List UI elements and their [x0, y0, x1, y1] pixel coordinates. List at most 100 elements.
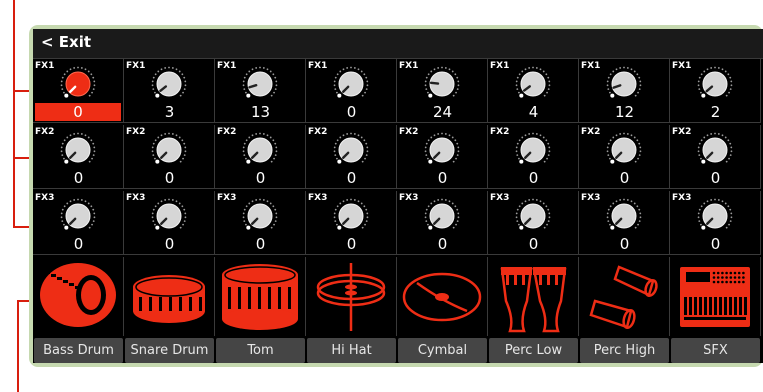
callout-line-vertical-top: [13, 0, 15, 228]
fx-send-cell[interactable]: FX1 4: [488, 59, 579, 123]
fx-row-label: FX3: [399, 193, 419, 203]
fx-row-label: FX3: [35, 193, 55, 203]
fx-send-cell[interactable]: FX3 0: [33, 191, 124, 255]
fx-send-cell[interactable]: FX3 0: [579, 191, 670, 255]
fx-row-label: FX1: [35, 61, 55, 71]
snare-drum-icon[interactable]: [124, 257, 215, 336]
fx-send-knob[interactable]: [332, 196, 370, 234]
fx-send-knob[interactable]: [696, 64, 734, 102]
fx-send-cell[interactable]: FX3 0: [397, 191, 488, 255]
fx-send-cell[interactable]: FX2 0: [33, 125, 124, 189]
tom-icon[interactable]: [215, 257, 306, 336]
fx-send-knob[interactable]: [423, 64, 461, 102]
perc-low-icon[interactable]: [488, 257, 579, 336]
fx-row-label: FX2: [217, 127, 237, 137]
fx-send-cell[interactable]: FX1 24: [397, 59, 488, 123]
cymbal-icon[interactable]: [397, 257, 488, 336]
fx-send-value: 0: [35, 103, 121, 121]
fx-send-knob[interactable]: [514, 64, 552, 102]
fx-send-knob[interactable]: [696, 130, 734, 168]
fx-send-value: 0: [164, 235, 175, 253]
fx-row-label: FX1: [581, 61, 601, 71]
fx-send-value: 24: [432, 103, 453, 121]
fx-row-label: FX1: [672, 61, 692, 71]
fx-send-cell[interactable]: FX1 0: [306, 59, 397, 123]
perc-high-icon[interactable]: [579, 257, 670, 336]
fx-send-cell[interactable]: FX2 0: [579, 125, 670, 189]
bass-drum-icon[interactable]: [33, 257, 124, 336]
fx-send-value: 0: [255, 169, 266, 187]
fx-send-cell[interactable]: FX3 0: [670, 191, 761, 255]
fx-send-cell[interactable]: FX2 0: [670, 125, 761, 189]
fx-send-knob[interactable]: [150, 130, 188, 168]
fx-row-label: FX2: [490, 127, 510, 137]
fx-send-cell[interactable]: FX1 13: [215, 59, 306, 123]
hi-hat-icon[interactable]: [306, 257, 397, 336]
fx-send-knob[interactable]: [150, 64, 188, 102]
fx-send-value: 12: [614, 103, 635, 121]
fx-send-cell[interactable]: FX2 0: [397, 125, 488, 189]
drum-family-tab[interactable]: Perc High: [580, 338, 669, 363]
fx-send-knob[interactable]: [423, 196, 461, 234]
fx-send-cell[interactable]: FX1 12: [579, 59, 670, 123]
fx-send-value: 2: [710, 103, 721, 121]
drum-family-tab[interactable]: Tom: [216, 338, 305, 363]
fx-row-label: FX3: [308, 193, 328, 203]
fx-row-label: FX3: [581, 193, 601, 203]
fx-row-label: FX2: [672, 127, 692, 137]
fx-send-knob[interactable]: [332, 130, 370, 168]
fx-send-knob[interactable]: [514, 130, 552, 168]
drum-family-tab[interactable]: Cymbal: [398, 338, 487, 363]
fx-row-label: FX1: [126, 61, 146, 71]
drum-family-tab[interactable]: Snare Drum: [125, 338, 214, 363]
drum-family-tab[interactable]: Hi Hat: [307, 338, 396, 363]
fx-send-cell[interactable]: FX2 0: [124, 125, 215, 189]
fx-send-knob[interactable]: [332, 64, 370, 102]
fx-send-cell[interactable]: FX3 0: [124, 191, 215, 255]
fx-send-cell[interactable]: FX1 0: [33, 59, 124, 123]
fx-send-knob[interactable]: [696, 196, 734, 234]
fx-send-value: 0: [528, 235, 539, 253]
sfx-icon[interactable]: [670, 257, 761, 336]
drum-family-tab[interactable]: Perc Low: [489, 338, 578, 363]
fx-send-knob[interactable]: [59, 130, 97, 168]
fx-send-knob[interactable]: [605, 64, 643, 102]
fx-row-label: FX2: [126, 127, 146, 137]
fx-send-cell[interactable]: FX1 3: [124, 59, 215, 123]
callout-line-vertical-bottom: [17, 300, 19, 392]
fx-row-label: FX1: [217, 61, 237, 71]
fx-send-cell[interactable]: FX2 0: [306, 125, 397, 189]
fx-row-label: FX3: [126, 193, 146, 203]
fx-send-value: 0: [346, 103, 357, 121]
fx-send-knob[interactable]: [605, 130, 643, 168]
fx-row-label: FX2: [308, 127, 328, 137]
fx-send-value: 0: [710, 169, 721, 187]
fx-send-value: 0: [73, 169, 84, 187]
fx-send-value: 0: [73, 235, 84, 253]
exit-button[interactable]: < Exit: [41, 33, 91, 51]
fx-send-cell[interactable]: FX2 0: [488, 125, 579, 189]
fx-send-cell[interactable]: FX2 0: [215, 125, 306, 189]
fx-send-knob[interactable]: [150, 196, 188, 234]
fx-send-knob[interactable]: [241, 130, 279, 168]
fx-send-cell[interactable]: FX3 0: [488, 191, 579, 255]
drum-fx-screen: < Exit FX1 0 FX1 3 FX1 13 FX1 0 FX1 24 FX1 4 FX1 12 FX…: [33, 29, 763, 363]
fx-send-knob[interactable]: [241, 196, 279, 234]
fx-send-value: 0: [164, 169, 175, 187]
fx-send-knob[interactable]: [59, 64, 97, 102]
fx-send-cell[interactable]: FX1 2: [670, 59, 761, 123]
fx-send-cell[interactable]: FX3 0: [215, 191, 306, 255]
fx-send-value: 0: [255, 235, 266, 253]
drum-family-tab[interactable]: Bass Drum: [34, 338, 123, 363]
fx-send-knob[interactable]: [59, 196, 97, 234]
fx-row-label: FX1: [399, 61, 419, 71]
fx-send-cell[interactable]: FX3 0: [306, 191, 397, 255]
fx-send-knob[interactable]: [514, 196, 552, 234]
fx-send-knob[interactable]: [423, 130, 461, 168]
fx-send-knob[interactable]: [241, 64, 279, 102]
fx-row-label: FX3: [672, 193, 692, 203]
fx-row-label: FX1: [490, 61, 510, 71]
fx-send-value: 0: [528, 169, 539, 187]
drum-family-tab[interactable]: SFX: [671, 338, 760, 363]
fx-send-knob[interactable]: [605, 196, 643, 234]
